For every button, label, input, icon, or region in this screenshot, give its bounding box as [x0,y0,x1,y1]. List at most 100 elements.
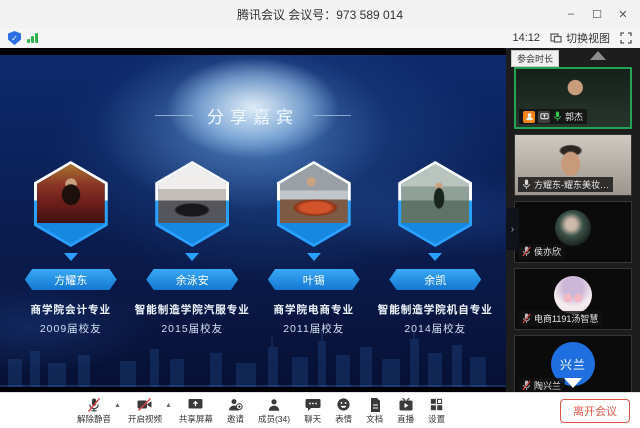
host-badge-icon [523,110,535,123]
emoji-label: 表情 [335,414,353,424]
invite-button[interactable]: 邀请 [227,396,244,425]
participant-tile[interactable]: 电商1191汤智慧 [514,268,632,330]
guest-photo [401,164,470,224]
avatar [554,276,592,314]
emoji-button[interactable]: 表情 [335,396,352,425]
guest-card: 余凯 智能制造学院机自专业 2014届校友 [375,161,497,336]
guest-major: 智能制造学院机自专业 [377,304,493,316]
docs-label: 文档 [366,414,384,424]
mic-muted-icon [522,313,531,324]
guest-card: 余泳安 智能制造学院汽服专业 2015届校友 [132,161,254,336]
chat-bubble-icon [305,396,321,413]
document-icon [368,396,382,413]
live-button[interactable]: 直播 [397,396,414,425]
avatar [555,210,591,246]
guest-card: 方耀东 商学院会计专业 2009届校友 [10,161,132,336]
participant-name: 陶兴兰 [534,381,562,391]
clock-time: 14:12 [512,32,540,44]
scroll-up-icon[interactable] [590,51,606,60]
settings-grid-icon [429,396,444,413]
guest-card: 叶锡 商学院电商专业 2011届校友 [253,161,375,336]
live-label: 直播 [397,414,415,424]
participant-tag: 郭杰 [519,109,588,124]
mic-muted-icon [86,396,102,413]
guest-major: 智能制造学院汽服专业 [134,304,250,316]
leave-meeting-button[interactable]: 离开会议 [560,399,630,423]
guest-photo-frame [155,161,230,247]
participant-name: 电商1191汤智慧 [534,314,599,324]
chat-button[interactable]: 聊天 [304,396,321,425]
docs-button[interactable]: 文档 [366,396,383,425]
participant-tag: 侯亦欣 [518,244,566,259]
presentation-slide: 分享嘉宾 方耀东 商学院会计专业 2009届校友 余泳安 智能制造学院汽服专业 … [0,55,506,387]
guest-name-ribbon: 余泳安 [146,269,239,290]
meeting-duration-tooltip: 参会时长 [511,50,560,67]
maximize-button[interactable]: ☐ [584,0,610,28]
switch-view-icon [550,33,562,43]
guest-name-ribbon: 方耀东 [24,269,117,290]
network-signal-icon[interactable] [27,33,38,43]
members-icon [266,396,282,413]
participant-name: 侯亦欣 [534,247,562,257]
guest-name-ribbon: 余凯 [389,269,482,290]
unmute-button[interactable]: 解除静音 [77,396,111,425]
mic-on-icon [554,111,561,121]
meeting-toolbar: 解除静音 ▲ 开启视频 ▲ 共享屏幕 邀请 成员(34) 聊天 表情 文档 直播… [0,392,640,428]
chevron-down-icon [428,253,443,261]
slide-title: 分享嘉宾 [207,108,299,127]
guest-photo [279,164,348,224]
camera-off-icon [136,396,153,413]
settings-button[interactable]: 设置 [428,396,445,425]
slide-title-row: 分享嘉宾 [0,103,506,128]
members-label: 成员(34) [257,414,291,424]
video-options-caret[interactable]: ▲ [165,402,172,409]
titlebar: 腾讯会议 会议号：973 589 014 – ☐ ✕ [0,0,640,28]
chevron-down-icon [306,253,321,261]
mic-on-icon [523,179,530,189]
invite-label: 邀请 [226,414,244,424]
guest-major: 商学院会计专业 [30,304,111,316]
mic-muted-icon [522,246,531,257]
sidebar-collapse-handle[interactable]: › [506,208,519,250]
chevron-down-icon [63,253,78,261]
window-title: 腾讯会议 会议号：973 589 014 [236,7,404,22]
guest-photo [158,164,227,224]
participant-tag: 电商1191汤智慧 [518,311,603,326]
shared-screen-stage: 分享嘉宾 方耀东 商学院会计专业 2009届校友 余泳安 智能制造学院汽服专业 … [0,48,506,392]
main-area: 分享嘉宾 方耀东 商学院会计专业 2009届校友 余泳安 智能制造学院汽服专业 … [0,48,640,392]
guest-photo [36,164,105,224]
title-dash-left [155,115,193,116]
audio-options-caret[interactable]: ▲ [114,402,121,409]
guest-photo-frame [276,161,351,247]
switch-view-label: 切换视图 [566,33,610,45]
mic-muted-icon [522,380,531,391]
start-video-button[interactable]: 开启视频 [128,396,162,425]
participant-tag: 陶兴兰 [518,378,566,392]
share-screen-icon [187,396,204,413]
scroll-down-icon[interactable] [564,378,582,388]
screen-share-badge-icon [538,110,550,123]
share-screen-label: 共享屏幕 [178,414,213,424]
switch-view-button[interactable]: 切换视图 [550,30,610,46]
guest-photo-frame [398,161,473,247]
minimize-button[interactable]: – [558,0,584,28]
participant-name: 郭杰 [565,112,584,122]
share-screen-button[interactable]: 共享屏幕 [179,396,213,425]
window-controls: – ☐ ✕ [558,0,636,28]
settings-label: 设置 [428,414,446,424]
participant-tile[interactable]: 郭杰 [514,67,632,129]
guest-major: 商学院电商专业 [273,304,354,316]
fullscreen-icon[interactable] [620,32,632,44]
unmute-label: 解除静音 [77,414,112,424]
start-video-label: 开启视频 [127,414,162,424]
close-button[interactable]: ✕ [610,0,636,28]
statusbar: ✓ 14:12 切换视图 [0,28,640,48]
security-shield-icon[interactable]: ✓ [8,31,21,45]
members-button[interactable]: 成员(34) [258,396,290,425]
participant-tile[interactable]: 方耀东-耀东美妆… [514,134,632,196]
participant-tile[interactable]: 侯亦欣 [514,201,632,263]
guest-name-ribbon: 叶锡 [267,269,360,290]
chevron-down-icon [185,253,200,261]
participants-sidebar: 参会时长 郭杰 方耀东-耀东美妆… 侯亦欣 电商1191汤智慧 兴兰 陶兴兰 › [506,48,640,392]
tencent-meeting-window: 腾讯会议 会议号：973 589 014 – ☐ ✕ ✓ 14:12 切换视图 … [0,0,640,428]
